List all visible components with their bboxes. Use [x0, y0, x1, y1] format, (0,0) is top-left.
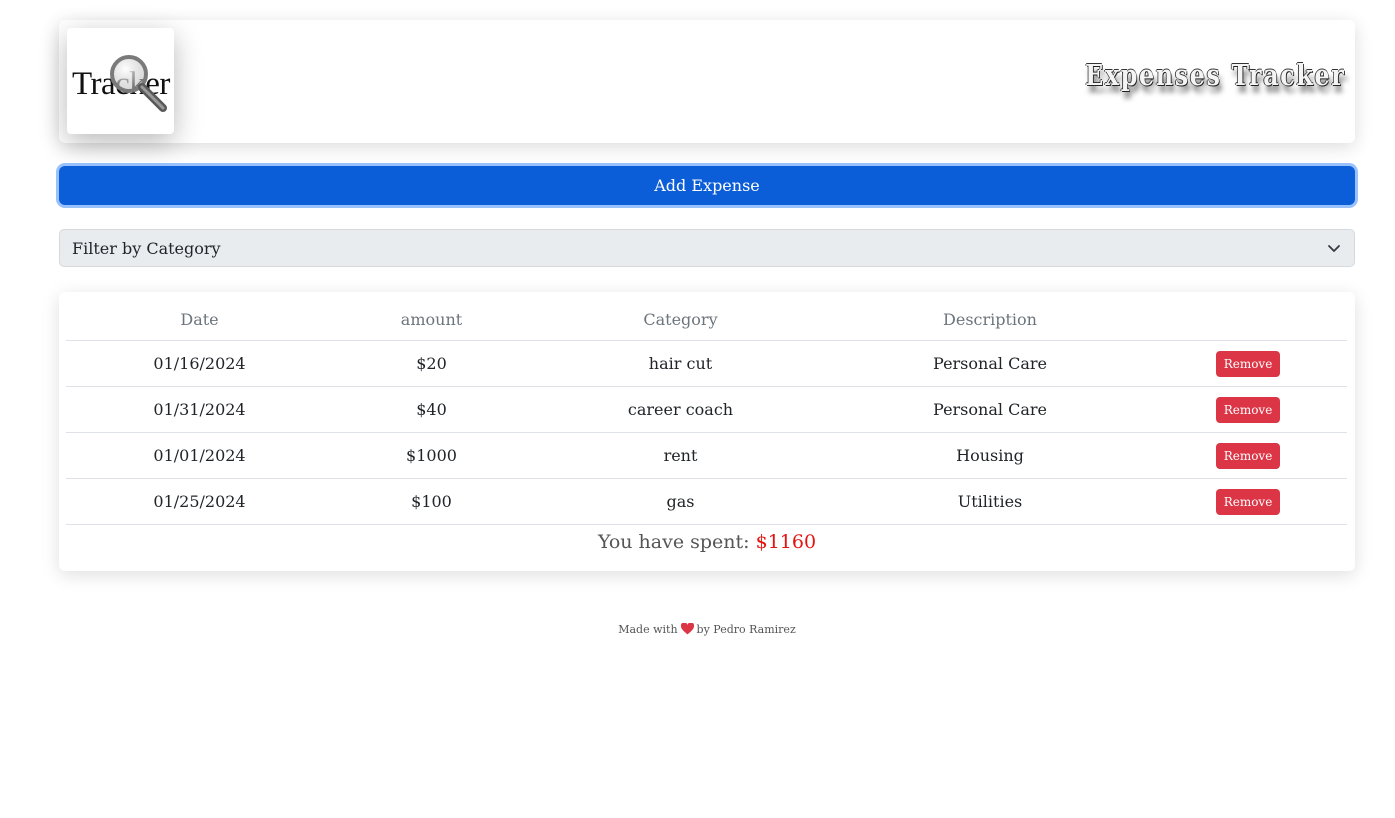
cell-description: Housing [831, 432, 1149, 479]
cell-description: Personal Care [831, 386, 1149, 433]
remove-button[interactable]: Remove [1215, 396, 1281, 423]
table-header-row: Date amount Category Description [66, 298, 1347, 341]
category-filter-select[interactable]: Filter by Category [59, 229, 1355, 267]
cell-category: hair cut [530, 340, 831, 387]
table-row: 01/01/2024 $1000 rent Housing Remove [66, 432, 1347, 479]
total-spent: You have spent: $1160 [59, 531, 1355, 553]
cell-amount: $40 [333, 386, 530, 433]
column-header-date: Date [66, 298, 333, 341]
table-row: 01/25/2024 $100 gas Utilities Remove [66, 478, 1347, 525]
total-value: $1160 [755, 531, 817, 553]
table-row: 01/31/2024 $40 career coach Personal Car… [66, 386, 1347, 433]
remove-button[interactable]: Remove [1215, 350, 1281, 377]
column-header-amount: amount [333, 298, 530, 341]
remove-button[interactable]: Remove [1215, 488, 1281, 515]
total-label: You have spent: [597, 531, 750, 553]
cell-description: Utilities [831, 478, 1149, 525]
cell-category: career coach [530, 386, 831, 433]
cell-amount: $20 [333, 340, 530, 387]
cell-actions: Remove [1149, 478, 1347, 525]
expenses-table: Date amount Category Description 01/16/2… [66, 298, 1347, 525]
cell-date: 01/31/2024 [66, 386, 333, 433]
filter-selected-value: Filter by Category [72, 238, 221, 258]
cell-actions: Remove [1149, 340, 1347, 387]
page-title: Expenses Tracker [1084, 58, 1345, 92]
footer-made-with: Made with [618, 623, 678, 636]
expenses-card: Date amount Category Description 01/16/2… [59, 292, 1355, 571]
chevron-down-icon [1328, 245, 1340, 252]
cell-description: Personal Care [831, 340, 1149, 387]
app-header: Tracker Expenses Tracker [59, 20, 1355, 143]
column-header-actions [1149, 298, 1347, 341]
heart-icon [680, 623, 694, 635]
cell-amount: $1000 [333, 432, 530, 479]
cell-category: gas [530, 478, 831, 525]
footer: Made with by Pedro Ramirez [59, 623, 1355, 636]
cell-amount: $100 [333, 478, 530, 525]
cell-date: 01/25/2024 [66, 478, 333, 525]
remove-button[interactable]: Remove [1215, 442, 1281, 469]
cell-date: 01/01/2024 [66, 432, 333, 479]
column-header-category: Category [530, 298, 831, 341]
cell-category: rent [530, 432, 831, 479]
app-logo: Tracker [67, 28, 174, 134]
footer-author: by Pedro Ramirez [696, 623, 796, 636]
magnifying-glass-icon [110, 55, 167, 112]
cell-actions: Remove [1149, 386, 1347, 433]
cell-date: 01/16/2024 [66, 340, 333, 387]
column-header-description: Description [831, 298, 1149, 341]
cell-actions: Remove [1149, 432, 1347, 479]
table-row: 01/16/2024 $20 hair cut Personal Care Re… [66, 340, 1347, 387]
add-expense-button[interactable]: Add Expense [59, 166, 1355, 205]
